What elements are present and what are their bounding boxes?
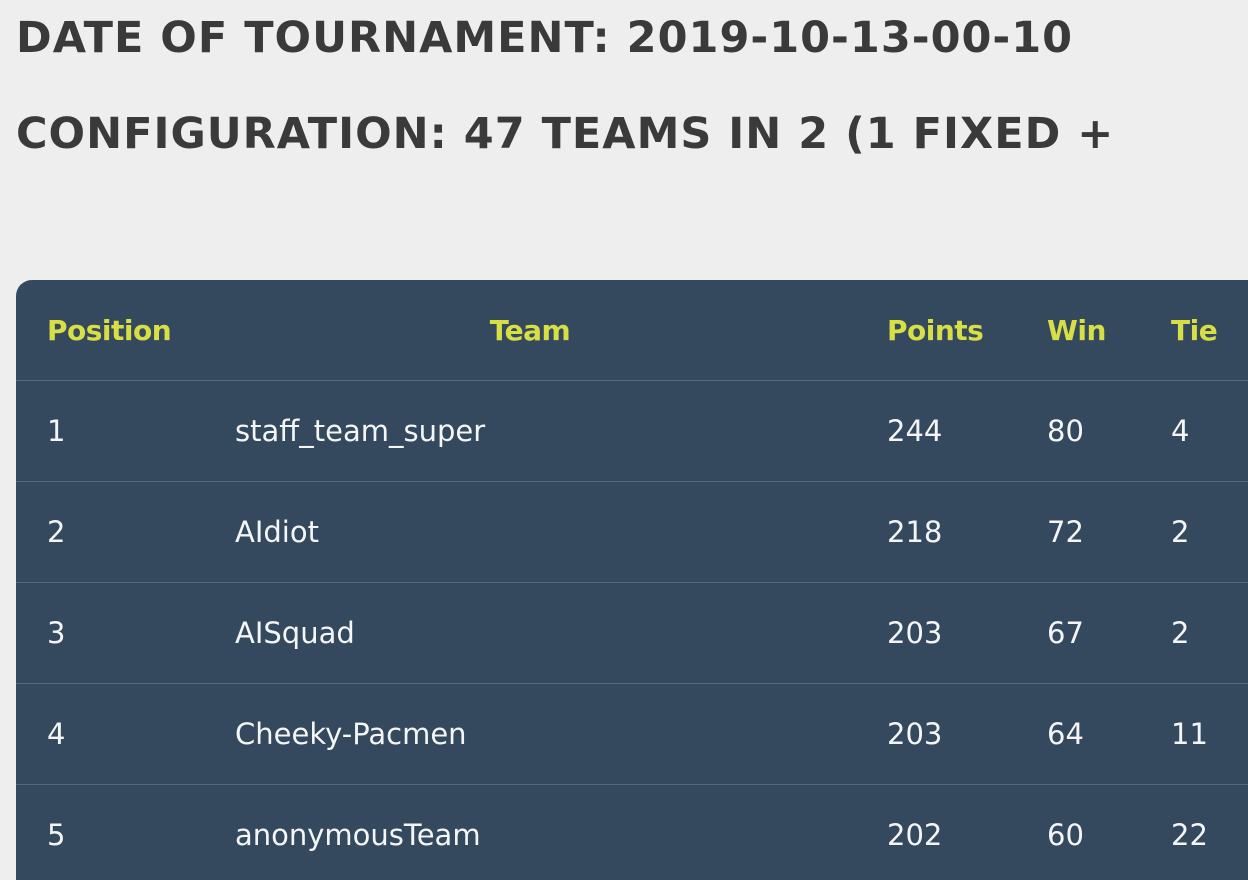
- table-row: 2 AIdiot 218 72 2: [16, 481, 1248, 583]
- cell-team: AIdiot: [204, 481, 856, 583]
- cell-points: 202: [856, 784, 1016, 880]
- cell-position: 5: [16, 784, 204, 880]
- cell-points: 203: [856, 683, 1016, 785]
- cell-points: 218: [856, 481, 1016, 583]
- column-header-points: Points: [856, 280, 1016, 381]
- tournament-date-heading: DATE OF TOURNAMENT: 2019-10-13-00-10: [16, 13, 1074, 63]
- table-row: 4 Cheeky-Pacmen 203 64 11: [16, 683, 1248, 785]
- cell-points: 203: [856, 582, 1016, 684]
- cell-team: Cheeky-Pacmen: [204, 683, 856, 785]
- cell-tie: 4: [1140, 380, 1248, 482]
- cell-win: 80: [1016, 380, 1140, 482]
- cell-tie: 11: [1140, 683, 1248, 785]
- cell-points: 244: [856, 380, 1016, 482]
- cell-win: 64: [1016, 683, 1140, 785]
- table-row: 5 anonymousTeam 202 60 22: [16, 784, 1248, 880]
- cell-win: 72: [1016, 481, 1140, 583]
- cell-win: 67: [1016, 582, 1140, 684]
- cell-team: anonymousTeam: [204, 784, 856, 880]
- cell-team: AISquad: [204, 582, 856, 684]
- cell-position: 4: [16, 683, 204, 785]
- cell-tie: 2: [1140, 582, 1248, 684]
- column-header-win: Win: [1016, 280, 1140, 381]
- column-header-tie: Tie: [1140, 280, 1248, 381]
- standings-table: Position Team Points Win Tie 1 staff_tea…: [16, 280, 1248, 880]
- cell-position: 2: [16, 481, 204, 583]
- standings-table-container: Position Team Points Win Tie 1 staff_tea…: [16, 280, 1248, 880]
- cell-position: 1: [16, 380, 204, 482]
- cell-team: staff_team_super: [204, 380, 856, 482]
- table-row: 1 staff_team_super 244 80 4: [16, 380, 1248, 482]
- cell-win: 60: [1016, 784, 1140, 880]
- cell-position: 3: [16, 582, 204, 684]
- configuration-heading: CONFIGURATION: 47 TEAMS IN 2 (1 FIXED +: [16, 109, 1115, 159]
- table-header-row: Position Team Points Win Tie: [16, 280, 1248, 381]
- table-row: 3 AISquad 203 67 2: [16, 582, 1248, 684]
- column-header-team: Team: [204, 280, 856, 381]
- cell-tie: 22: [1140, 784, 1248, 880]
- column-header-position: Position: [16, 280, 204, 381]
- cell-tie: 2: [1140, 481, 1248, 583]
